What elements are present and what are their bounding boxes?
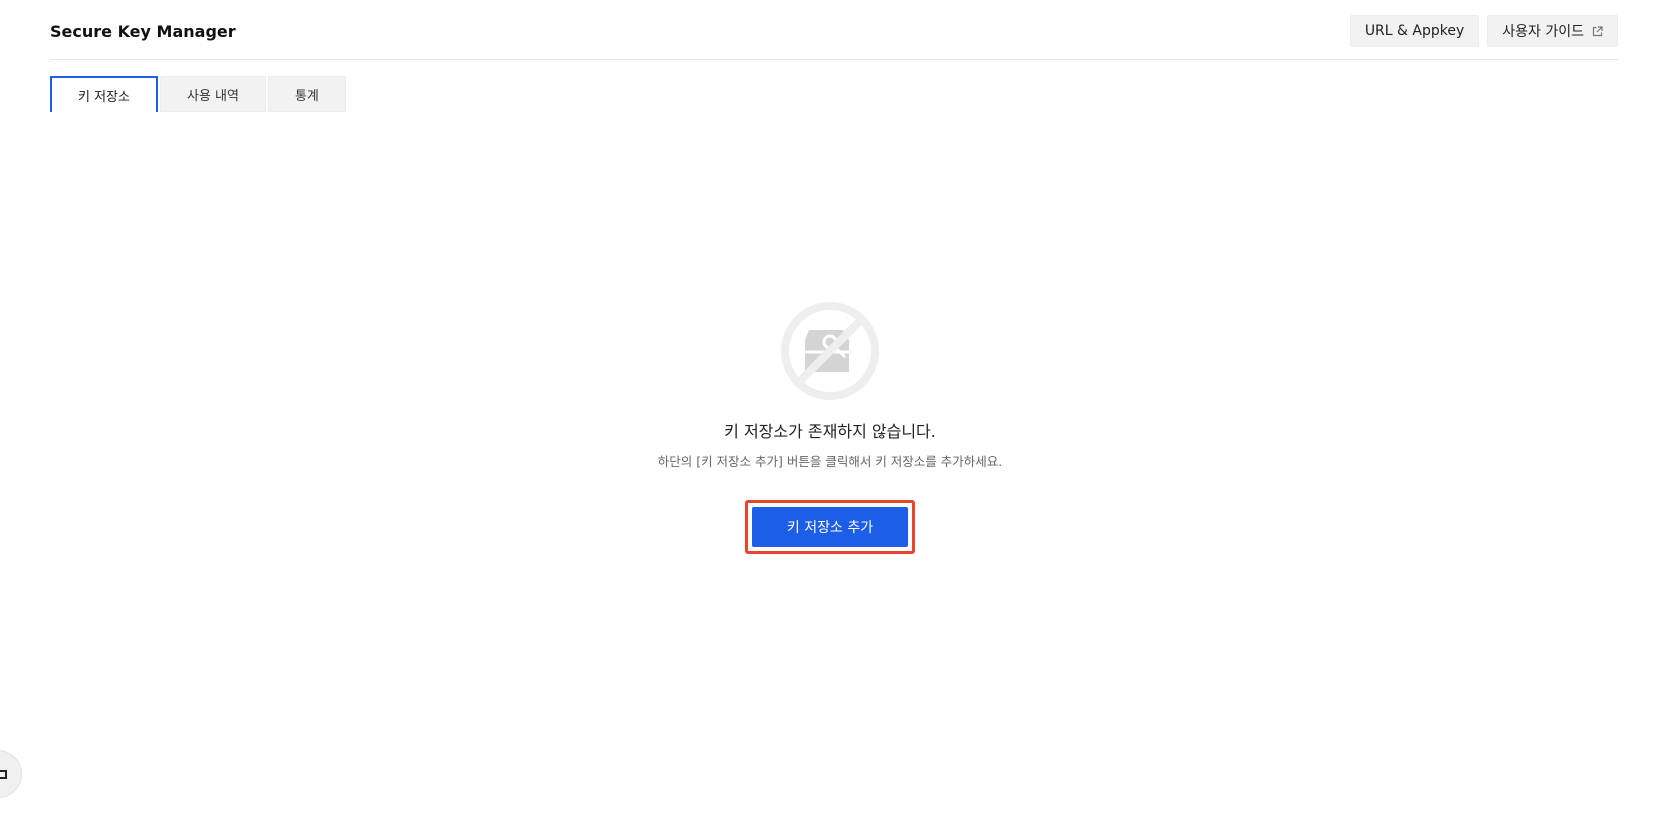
tab-statistics-label: 통계 bbox=[294, 88, 319, 104]
add-key-store-button[interactable]: 키 저장소 추가 bbox=[752, 507, 908, 547]
tab-bar: 키 저장소 사용 내역 통계 bbox=[50, 76, 346, 112]
url-appkey-button[interactable]: URL & Appkey bbox=[1349, 15, 1480, 47]
empty-state-title: 키 저장소가 존재하지 않습니다. bbox=[724, 422, 936, 441]
tab-statistics[interactable]: 통계 bbox=[267, 76, 346, 112]
tab-key-store[interactable]: 키 저장소 bbox=[50, 76, 158, 112]
user-guide-button[interactable]: 사용자 가이드 bbox=[1487, 15, 1618, 47]
header: Secure Key Manager URL & Appkey 사용자 가이드 bbox=[50, 14, 1618, 60]
tab-usage-history-label: 사용 내역 bbox=[186, 88, 239, 104]
tab-usage-history[interactable]: 사용 내역 bbox=[159, 76, 266, 112]
url-appkey-label: URL & Appkey bbox=[1364, 23, 1465, 39]
app-title: Secure Key Manager bbox=[50, 22, 236, 41]
empty-state: 키 저장소가 존재하지 않습니다. 하단의 [키 저장소 추가] 버튼을 클릭해… bbox=[0, 300, 1660, 554]
floating-button[interactable] bbox=[0, 750, 22, 798]
empty-state-description: 하단의 [키 저장소 추가] 버튼을 클릭해서 키 저장소를 추가하세요. bbox=[657, 454, 1003, 469]
header-actions: URL & Appkey 사용자 가이드 bbox=[1349, 15, 1618, 47]
tab-key-store-label: 키 저장소 bbox=[78, 89, 130, 105]
square-icon bbox=[0, 769, 7, 779]
external-link-icon bbox=[1592, 25, 1603, 36]
no-key-store-icon bbox=[781, 302, 879, 400]
highlight-box: 키 저장소 추가 bbox=[745, 500, 915, 554]
page: Secure Key Manager URL & Appkey 사용자 가이드 … bbox=[0, 0, 1660, 840]
user-guide-label: 사용자 가이드 bbox=[1502, 24, 1584, 40]
